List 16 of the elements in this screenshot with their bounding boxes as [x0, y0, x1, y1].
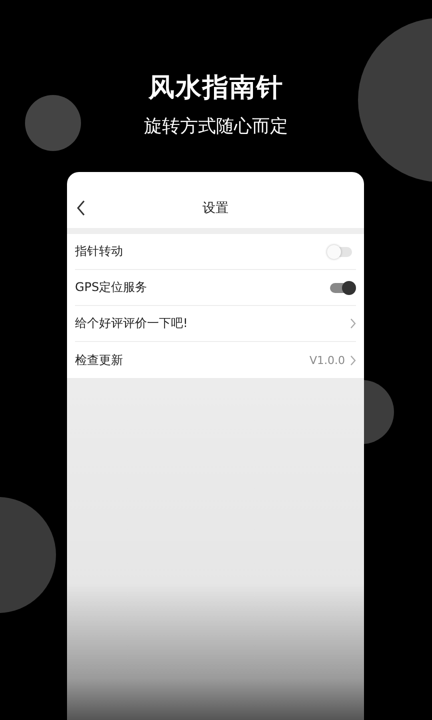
- settings-row[interactable]: 给个好评评价一下吧!: [75, 306, 356, 342]
- settings-row[interactable]: 指针转动: [75, 234, 356, 270]
- back-icon[interactable]: [76, 200, 86, 216]
- chevron-icon: [350, 354, 356, 366]
- toggle-switch[interactable]: [330, 246, 352, 256]
- setting-label: 给个好评评价一下吧!: [75, 315, 188, 332]
- settings-row[interactable]: 检查更新 V1.0.0: [75, 342, 356, 378]
- setting-label: 指针转动: [75, 243, 123, 260]
- setting-label: 检查更新: [75, 352, 123, 368]
- subtitle: 旋转方式随心而定: [144, 115, 288, 139]
- version-text: V1.0.0: [309, 354, 345, 366]
- setting-label: GPS定位服务: [75, 279, 148, 296]
- chevron-icon: [350, 318, 356, 329]
- headline: 风水指南针: [148, 72, 284, 105]
- settings-row[interactable]: GPS定位服务: [75, 270, 356, 306]
- screen-title: 设置: [202, 200, 228, 217]
